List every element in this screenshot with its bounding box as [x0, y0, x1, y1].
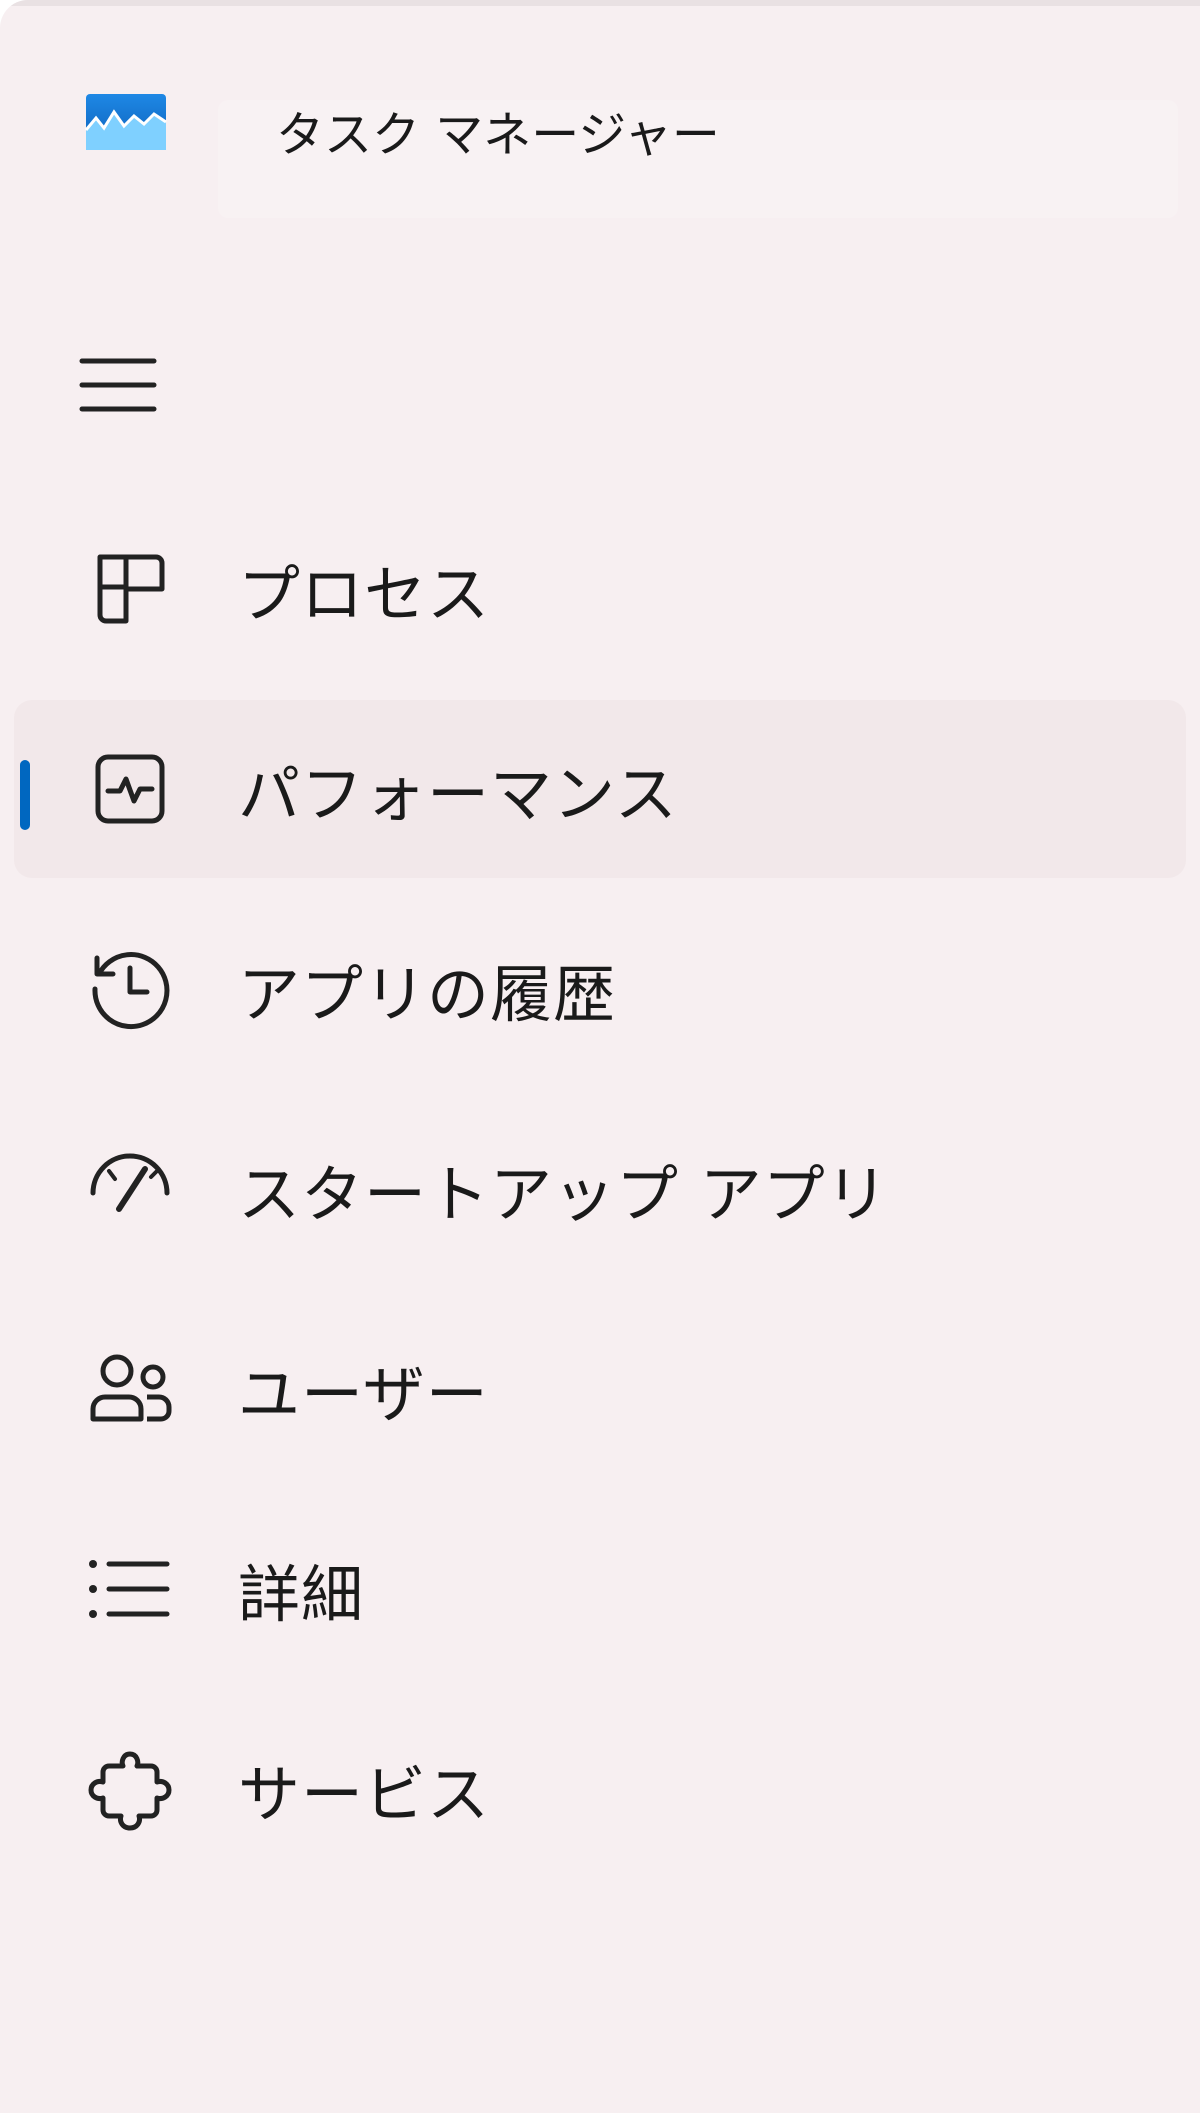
- nav-item-processes[interactable]: プロセス: [14, 500, 1186, 678]
- nav-label-services: サービス: [238, 1758, 491, 1831]
- nav-label-processes: プロセス: [238, 558, 491, 631]
- nav-label-details: 詳細: [238, 1558, 365, 1631]
- speedometer-icon: [70, 1129, 190, 1249]
- hamburger-menu-icon: [78, 355, 158, 415]
- titlebar[interactable]: タスク マネージャー: [0, 0, 1200, 240]
- nav-label-performance: パフォーマンス: [238, 758, 678, 831]
- nav-label-startup-apps: スタートアップ アプリ: [238, 1158, 889, 1231]
- nav-item-users[interactable]: ユーザー: [14, 1300, 1186, 1478]
- history-icon: [70, 929, 190, 1049]
- task-manager-window: タスク マネージャー プロセス パフォーマンス アプリの履歴 スタートアップ ア…: [0, 0, 1200, 2113]
- users-icon: [70, 1329, 190, 1449]
- nav-item-services[interactable]: サービス: [14, 1700, 1186, 1878]
- hamburger-menu-button[interactable]: [40, 320, 196, 450]
- app-title: タスク マネージャー: [218, 100, 1178, 218]
- list-icon: [70, 1529, 190, 1649]
- selection-indicator: [20, 760, 30, 830]
- nav-item-app-history[interactable]: アプリの履歴: [14, 900, 1186, 1078]
- nav-item-details[interactable]: 詳細: [14, 1500, 1186, 1678]
- task-manager-app-icon: [84, 90, 168, 154]
- nav-item-startup-apps[interactable]: スタートアップ アプリ: [14, 1100, 1186, 1278]
- puzzle-icon: [70, 1729, 190, 1849]
- nav-label-users: ユーザー: [238, 1358, 489, 1431]
- grid-icon: [70, 529, 190, 649]
- nav-item-performance[interactable]: パフォーマンス: [14, 700, 1186, 878]
- nav-label-app-history: アプリの履歴: [238, 958, 617, 1031]
- activity-icon: [70, 729, 190, 849]
